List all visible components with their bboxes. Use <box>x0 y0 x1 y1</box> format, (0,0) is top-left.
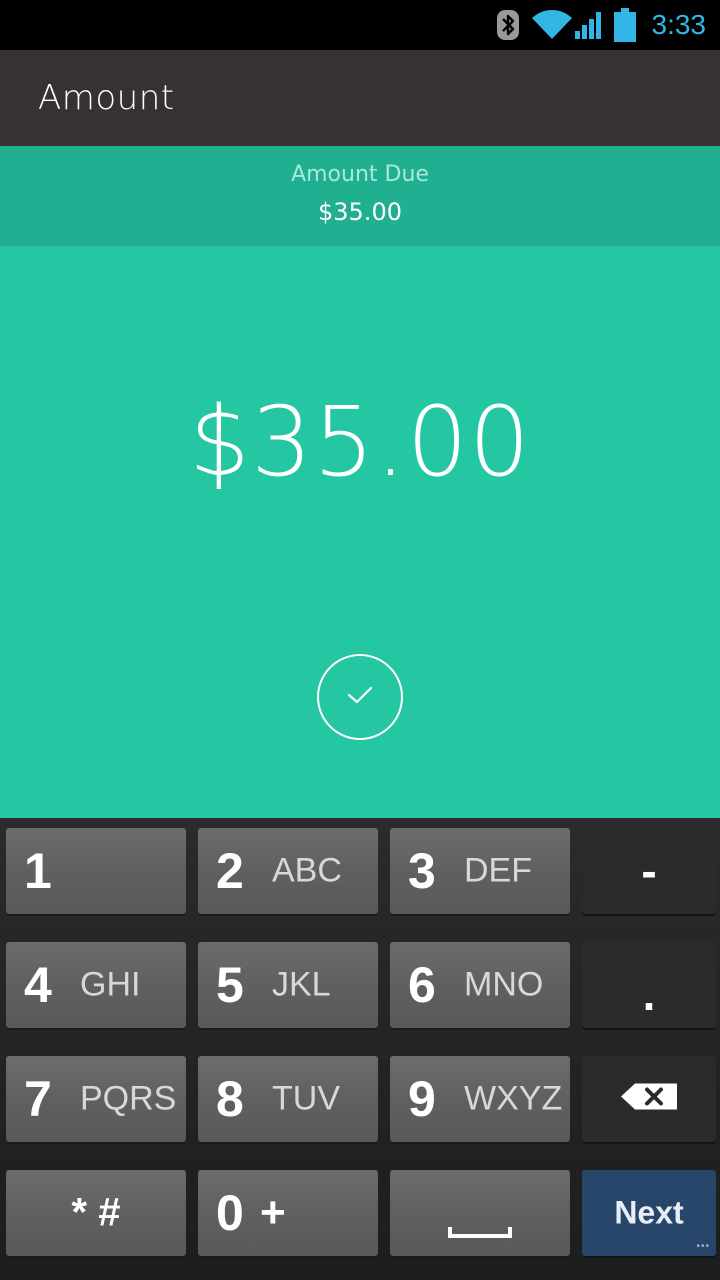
key-digit: 2 <box>216 843 244 899</box>
battery-icon <box>613 8 636 42</box>
key-digit: 1 <box>24 843 52 899</box>
key-digit: 4 <box>24 957 52 1013</box>
key-letters: ABC <box>272 851 342 890</box>
entered-amount: $35.00 <box>189 386 531 498</box>
key-digit: 5 <box>216 957 244 1013</box>
key-digit: 6 <box>408 957 436 1013</box>
key-letters: + <box>260 1188 286 1237</box>
key-star-hash[interactable]: * # <box>6 1170 186 1256</box>
key-minus[interactable]: - <box>582 828 716 914</box>
space-icon <box>448 1225 512 1244</box>
key-digit: 3 <box>408 843 436 899</box>
key-6[interactable]: 6 MNO <box>390 942 570 1028</box>
amount-due-strip: Amount Due $35.00 <box>0 146 720 246</box>
key-digit: 9 <box>408 1071 436 1127</box>
key-8[interactable]: 8 TUV <box>198 1056 378 1142</box>
wifi-icon <box>531 9 572 41</box>
key-2[interactable]: 2 ABC <box>198 828 378 914</box>
key-4[interactable]: 4 GHI <box>6 942 186 1028</box>
key-letters: GHI <box>80 965 141 1004</box>
more-dots-icon: ••• <box>696 1241 710 1252</box>
status-time: 3:33 <box>651 9 707 40</box>
key-digit: 8 <box>216 1071 244 1127</box>
amount-entry-area: $35.00 <box>0 246 720 818</box>
numeric-keypad: 1 2 ABC 3 DEF - 4 GHI 5 JKL 6 MNO . 7 PQ… <box>0 818 720 1280</box>
key-letters: WXYZ <box>464 1079 563 1118</box>
key-letters: DEF <box>464 851 532 890</box>
key-digit: 7 <box>24 1071 52 1127</box>
key-symbol: * # <box>71 1190 121 1235</box>
amount-due-label: Amount Due <box>291 162 429 187</box>
status-bar: 3:33 <box>0 0 720 50</box>
checkmark-icon <box>346 684 374 710</box>
key-letters: MNO <box>464 965 544 1004</box>
next-label: Next <box>614 1194 684 1231</box>
key-symbol: . <box>642 967 656 1020</box>
key-symbol: - <box>641 845 657 897</box>
key-digit: 0 <box>216 1185 244 1241</box>
key-letters: PQRS <box>80 1079 177 1118</box>
bluetooth-icon <box>496 9 520 41</box>
key-5[interactable]: 5 JKL <box>198 942 378 1028</box>
key-1[interactable]: 1 <box>6 828 186 914</box>
key-backspace[interactable] <box>582 1056 716 1142</box>
key-space[interactable] <box>390 1170 570 1256</box>
signal-icon <box>574 9 604 41</box>
next-button[interactable]: Next ••• <box>582 1170 716 1256</box>
status-icons: 3:33 <box>496 0 707 50</box>
key-period[interactable]: . <box>582 942 716 1028</box>
key-letters: JKL <box>272 965 331 1004</box>
app-bar: Amount <box>0 50 720 146</box>
key-3[interactable]: 3 DEF <box>390 828 570 914</box>
backspace-icon <box>619 1082 679 1117</box>
amount-due-value: $35.00 <box>318 198 402 226</box>
page-title: Amount <box>38 78 175 118</box>
confirm-button[interactable] <box>317 654 403 740</box>
key-9[interactable]: 9 WXYZ <box>390 1056 570 1142</box>
key-letters: TUV <box>272 1079 340 1118</box>
key-0[interactable]: 0 + <box>198 1170 378 1256</box>
key-7[interactable]: 7 PQRS <box>6 1056 186 1142</box>
